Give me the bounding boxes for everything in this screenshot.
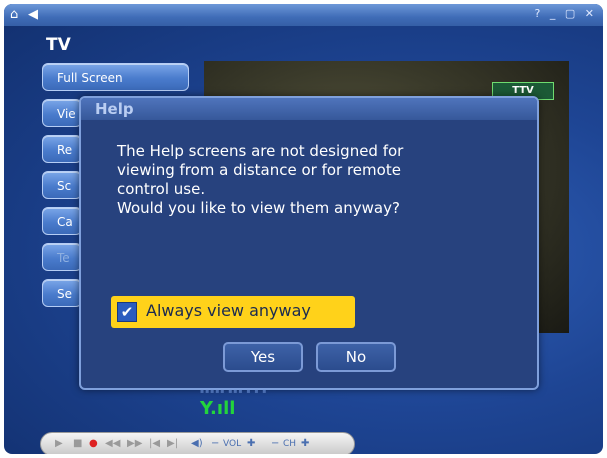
- menu-item-2[interactable]: Vie: [42, 99, 82, 127]
- menu-item-7[interactable]: Se: [42, 279, 82, 307]
- message-line: The Help screens are not designed for: [117, 142, 404, 160]
- ch-label: CH: [283, 439, 297, 449]
- record-icon[interactable]: ●: [89, 437, 98, 451]
- home-icon[interactable]: ⌂: [10, 7, 18, 23]
- menu-item-4[interactable]: Sc: [42, 171, 82, 199]
- media-center-window: ⌂ ◀ ? _ ▢ ✕ TV Full Screen Vie Re Sc Ca …: [4, 4, 603, 454]
- signal-strength-icon: Y.ıll: [200, 398, 236, 419]
- yes-button[interactable]: Yes: [223, 342, 303, 372]
- volume-down-icon[interactable]: −: [211, 437, 219, 451]
- transport-bar: ▶ ■ ● ◀◀ ▶▶ |◀ ▶| ◀) − VOL ✚ − CH ✚: [40, 432, 355, 454]
- menu-item-3[interactable]: Re: [42, 135, 82, 163]
- message-line: control use.: [117, 180, 206, 198]
- message-line: Would you like to view them anyway?: [117, 199, 400, 217]
- skip-back-icon[interactable]: |◀: [149, 437, 160, 451]
- volume-up-icon[interactable]: ✚: [247, 437, 255, 451]
- fast-forward-icon[interactable]: ▶▶: [127, 437, 142, 451]
- dialog-message: The Help screens are not designed for vi…: [117, 142, 517, 218]
- menu-item-5[interactable]: Ca: [42, 207, 82, 235]
- checkbox-checked-icon[interactable]: ✔: [117, 302, 137, 322]
- dialog-header: Help: [81, 98, 537, 120]
- channel-up-icon[interactable]: ✚: [301, 437, 309, 451]
- dimmed-status-text: ▪▪▪▪▪ ▪▪▪ ▪ ▪ ▪: [200, 388, 268, 395]
- skip-forward-icon[interactable]: ▶|: [167, 437, 178, 451]
- stop-icon[interactable]: ■: [73, 437, 82, 451]
- always-view-label[interactable]: Always view anyway: [146, 301, 311, 320]
- channel-down-icon[interactable]: −: [271, 437, 279, 451]
- help-dialog: Help The Help screens are not designed f…: [79, 96, 539, 390]
- play-icon[interactable]: ▶: [55, 437, 63, 451]
- always-view-checkbox-row[interactable]: ✔ Always view anyway: [111, 296, 355, 328]
- back-arrow-icon[interactable]: ◀: [28, 7, 38, 23]
- mute-icon[interactable]: ◀): [191, 437, 203, 451]
- window-controls[interactable]: ? _ ▢ ✕: [535, 7, 597, 20]
- vol-label: VOL: [223, 439, 242, 449]
- message-line: viewing from a distance or for remote: [117, 161, 401, 179]
- rewind-icon[interactable]: ◀◀: [105, 437, 120, 451]
- dialog-title: Help: [95, 100, 134, 118]
- no-button[interactable]: No: [316, 342, 396, 372]
- menu-item-6-disabled: Te: [42, 243, 82, 271]
- menu-item-full-screen[interactable]: Full Screen: [42, 63, 189, 91]
- page-title: TV: [46, 35, 71, 55]
- title-bar: ⌂ ◀ ? _ ▢ ✕: [4, 4, 603, 26]
